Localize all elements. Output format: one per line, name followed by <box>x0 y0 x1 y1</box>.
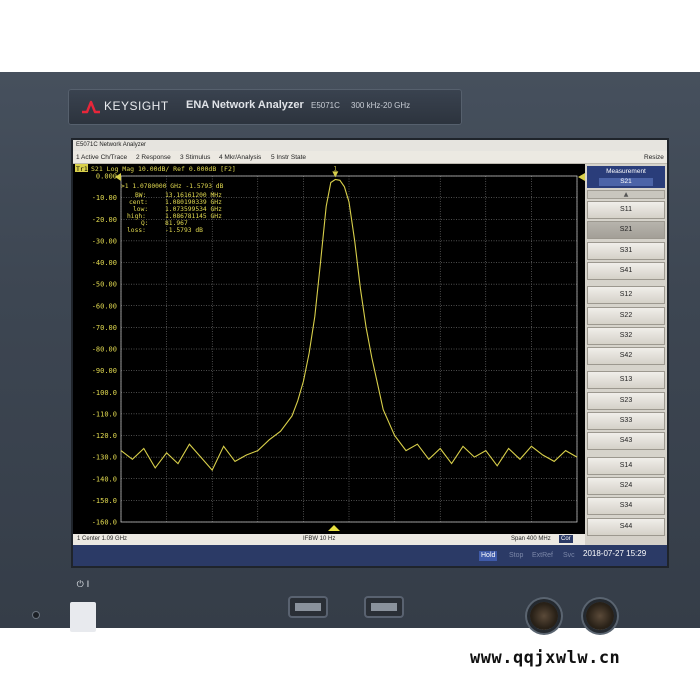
softkey-s32[interactable]: S32 <box>587 326 665 345</box>
softkey-s34[interactable]: S34 <box>587 497 665 516</box>
softkey-header: Measurement S21 <box>587 166 665 188</box>
readout-value-bw: 13.16161200 MHz <box>165 192 222 199</box>
stop-indicator: Stop <box>509 552 524 559</box>
y-tick-label: -30.00 <box>92 237 117 245</box>
brand-name: KEYSIGHT <box>104 99 169 113</box>
y-tick-label: -80.00 <box>92 346 117 354</box>
softkey-scroll-up[interactable]: ▲ <box>587 190 665 199</box>
softkey-s11[interactable]: S11 <box>587 201 665 219</box>
y-tick-label: -120.0 <box>92 432 117 440</box>
product-name: ENA Network Analyzer <box>186 99 304 111</box>
y-tick-label: -50.00 <box>92 281 117 289</box>
menu-item-active-ch-trace[interactable]: 1 Active Ch/Trace <box>76 151 127 164</box>
softkey-value: S21 <box>599 178 653 186</box>
extref-indicator: ExtRef <box>532 552 554 559</box>
readout-value-loss: -1.5793 dB <box>165 227 203 234</box>
status-cor-badge: Cor <box>559 535 573 543</box>
readout-label-bw: BW: <box>135 192 146 199</box>
status-line: 1 Center 1.09 GHz IFBW 10 Hz Span 400 MH… <box>73 534 585 545</box>
status-ifbw: IFBW 10 Hz <box>303 536 336 542</box>
y-tick-label: -130.0 <box>92 454 117 462</box>
readout-label-q: Q: <box>141 220 149 227</box>
y-tick-label: -70.00 <box>92 324 117 332</box>
softkey-s24[interactable]: S24 <box>587 476 665 495</box>
menu-bar: 1 Active Ch/Trace 2 Response 3 Stimulus … <box>73 151 667 164</box>
y-tick-label: -150.0 <box>92 497 117 505</box>
readout-label-high: high: <box>127 213 146 220</box>
test-port-2[interactable] <box>586 602 614 630</box>
trace-header: S21 Log Mag 10.00dB/ Ref 0.000dB [F2] <box>91 165 236 173</box>
softkey-panel: Measurement S21 ▲ S11 S21 S31 S41 S12 S22 S32 S4… <box>585 164 667 536</box>
status-span: Span 400 MHz <box>511 536 551 542</box>
readout-value-q: 81.967 <box>165 220 188 227</box>
readout-value-cent: 1.080190339 GHz <box>165 199 222 206</box>
y-tick-label: 0.000 <box>96 173 117 181</box>
menu-item-mkr-analysis[interactable]: 4 Mkr/Analysis <box>219 151 261 164</box>
softkey-s33[interactable]: S33 <box>587 412 665 430</box>
y-tick-label: -160.0 <box>92 519 117 527</box>
instrument-bezel: KEYSIGHT ENA Network Analyzer E5071C 300… <box>0 72 700 632</box>
y-tick-label: -60.00 <box>92 302 117 310</box>
softkey-s23[interactable]: S23 <box>587 391 665 410</box>
softkey-s42[interactable]: S42 <box>587 347 665 366</box>
y-tick-label: -90.00 <box>92 367 117 375</box>
watermark-url: www.qqjxwlw.cn <box>470 648 621 668</box>
softkey-s13[interactable]: S13 <box>587 371 665 390</box>
chart-area: 0.000 -10.00 -20.00 -30.00 -40.00 -50.00 -60.0… <box>73 164 585 534</box>
marker-readout-main: >1 1.0780000 GHz -1.5793 dB <box>121 183 224 190</box>
softkey-s12[interactable]: S12 <box>587 286 665 305</box>
window-titlebar: E5071C Network Analyzer <box>73 140 667 151</box>
readout-label-loss: loss: <box>127 227 146 234</box>
y-tick-label: -10.00 <box>92 194 117 202</box>
brand-badge: KEYSIGHT ENA Network Analyzer E5071C 300… <box>68 89 462 125</box>
softkey-s44[interactable]: S44 <box>587 517 665 536</box>
softkey-s14[interactable]: S14 <box>587 456 665 475</box>
power-symbol-icon: ⏻ I <box>76 580 90 590</box>
frequency-range: 300 kHz-20 GHz <box>351 101 411 110</box>
softkey-s43[interactable]: S43 <box>587 432 665 451</box>
menu-item-stimulus[interactable]: 3 Stimulus <box>180 151 210 164</box>
menu-item-response[interactable]: 2 Response <box>136 151 171 164</box>
y-tick-label: -40.00 <box>92 259 117 267</box>
power-switch[interactable] <box>70 602 96 632</box>
y-tick-label: -100.0 <box>92 389 117 397</box>
resize-button[interactable]: Resize <box>644 151 664 164</box>
readout-label-cent: cent: <box>129 199 148 206</box>
menu-item-instr-state[interactable]: 5 Instr State <box>271 151 306 164</box>
status-center: 1 Center 1.09 GHz <box>77 536 128 542</box>
softkey-title: Measurement <box>606 168 646 175</box>
s21-chart: 0.000 -10.00 -20.00 -30.00 -40.00 -50.00 -60.0… <box>73 164 585 534</box>
softkey-s22[interactable]: S22 <box>587 306 665 325</box>
readout-label-low: low: <box>133 206 148 213</box>
test-port-1[interactable] <box>530 602 558 630</box>
analyzer-screen: E5071C Network Analyzer 1 Active Ch/Trac… <box>73 140 667 566</box>
usb-port-left[interactable] <box>290 598 326 616</box>
model-number: E5071C <box>311 101 340 110</box>
readout-value-low: 1.073599534 GHz <box>165 206 222 213</box>
marker-1-label: 1 <box>333 165 337 172</box>
softkey-s31[interactable]: S31 <box>587 241 665 260</box>
standby-led-icon <box>33 612 39 618</box>
hold-indicator: Hold <box>479 551 498 561</box>
y-tick-label: -140.0 <box>92 475 117 483</box>
softkey-s21[interactable]: S21 <box>587 221 665 240</box>
keysight-logo-icon <box>82 100 100 114</box>
y-tick-label: -110.0 <box>92 410 117 418</box>
svc-indicator: Svc <box>563 552 575 559</box>
readout-value-high: 1.086781145 GHz <box>165 213 222 220</box>
instrument-status-bar: Hold Stop ExtRef Svc 2018-07-27 15:29 <box>73 545 667 566</box>
window-title: E5071C Network Analyzer <box>76 142 147 148</box>
trace-id: Tr1 <box>76 165 88 173</box>
datetime: 2018-07-27 15:29 <box>583 549 647 558</box>
y-tick-label: -20.00 <box>92 216 117 224</box>
usb-port-right[interactable] <box>366 598 402 616</box>
softkey-s41[interactable]: S41 <box>587 261 665 280</box>
